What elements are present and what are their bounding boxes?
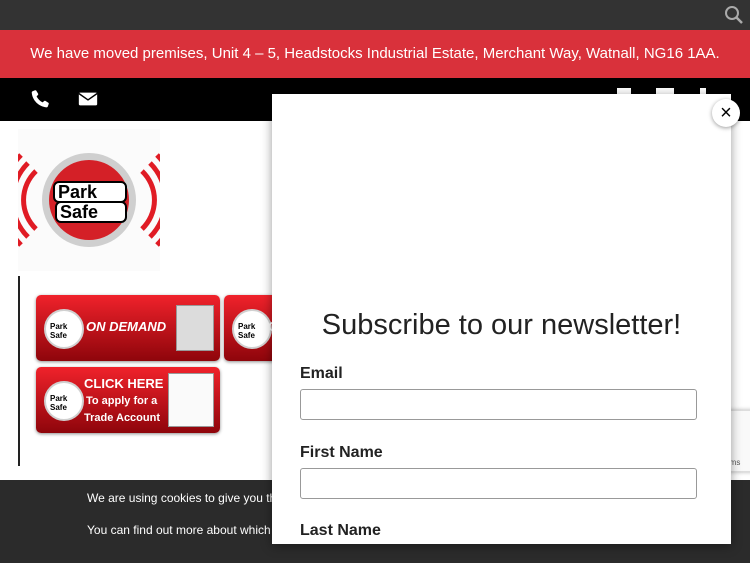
- top-bar: [0, 0, 750, 30]
- logo-text-line2: Safe: [60, 202, 98, 222]
- newsletter-modal: Subscribe to our newsletter! Email First…: [272, 94, 731, 544]
- modal-title: Subscribe to our newsletter!: [321, 309, 682, 341]
- banner-badge: Park Safe: [44, 309, 84, 349]
- banner-apply-text: To apply for a: [86, 395, 158, 407]
- envelope-icon[interactable]: [77, 88, 99, 110]
- on-demand-banner[interactable]: Park Safe ON DEMAND: [36, 295, 220, 361]
- phone-icon[interactable]: [29, 88, 51, 110]
- search-icon[interactable]: [724, 5, 744, 25]
- laptop-image: [176, 305, 214, 351]
- logo-text-line1: Park: [58, 182, 98, 202]
- banner-title: ON DEMAND: [86, 319, 167, 334]
- banner-badge: Park Safe: [44, 381, 84, 421]
- banner-click-here: CLICK HERE: [84, 376, 164, 391]
- announcement-banner: We have moved premises, Unit 4 – 5, Head…: [0, 30, 750, 78]
- close-button[interactable]: ×: [712, 99, 740, 127]
- cookie-text-line2: You can find out more about which: [87, 523, 271, 537]
- first-name-field[interactable]: [300, 468, 697, 499]
- banner-trade-account-text: Trade Account: [84, 412, 160, 424]
- last-name-label: Last Name: [300, 522, 381, 539]
- banner-badge: Park Safe: [232, 309, 272, 349]
- trade-account-banner[interactable]: Park Safe CLICK HERE To apply for a Trad…: [36, 367, 220, 433]
- email-label: Email: [300, 365, 343, 382]
- email-field[interactable]: [300, 389, 697, 420]
- divider-line: [18, 276, 20, 466]
- first-name-label: First Name: [300, 444, 383, 461]
- park-safe-logo[interactable]: Park Safe: [18, 129, 160, 271]
- form-document-image: [168, 373, 214, 427]
- cookie-text-line1: We are using cookies to give you th: [87, 491, 277, 505]
